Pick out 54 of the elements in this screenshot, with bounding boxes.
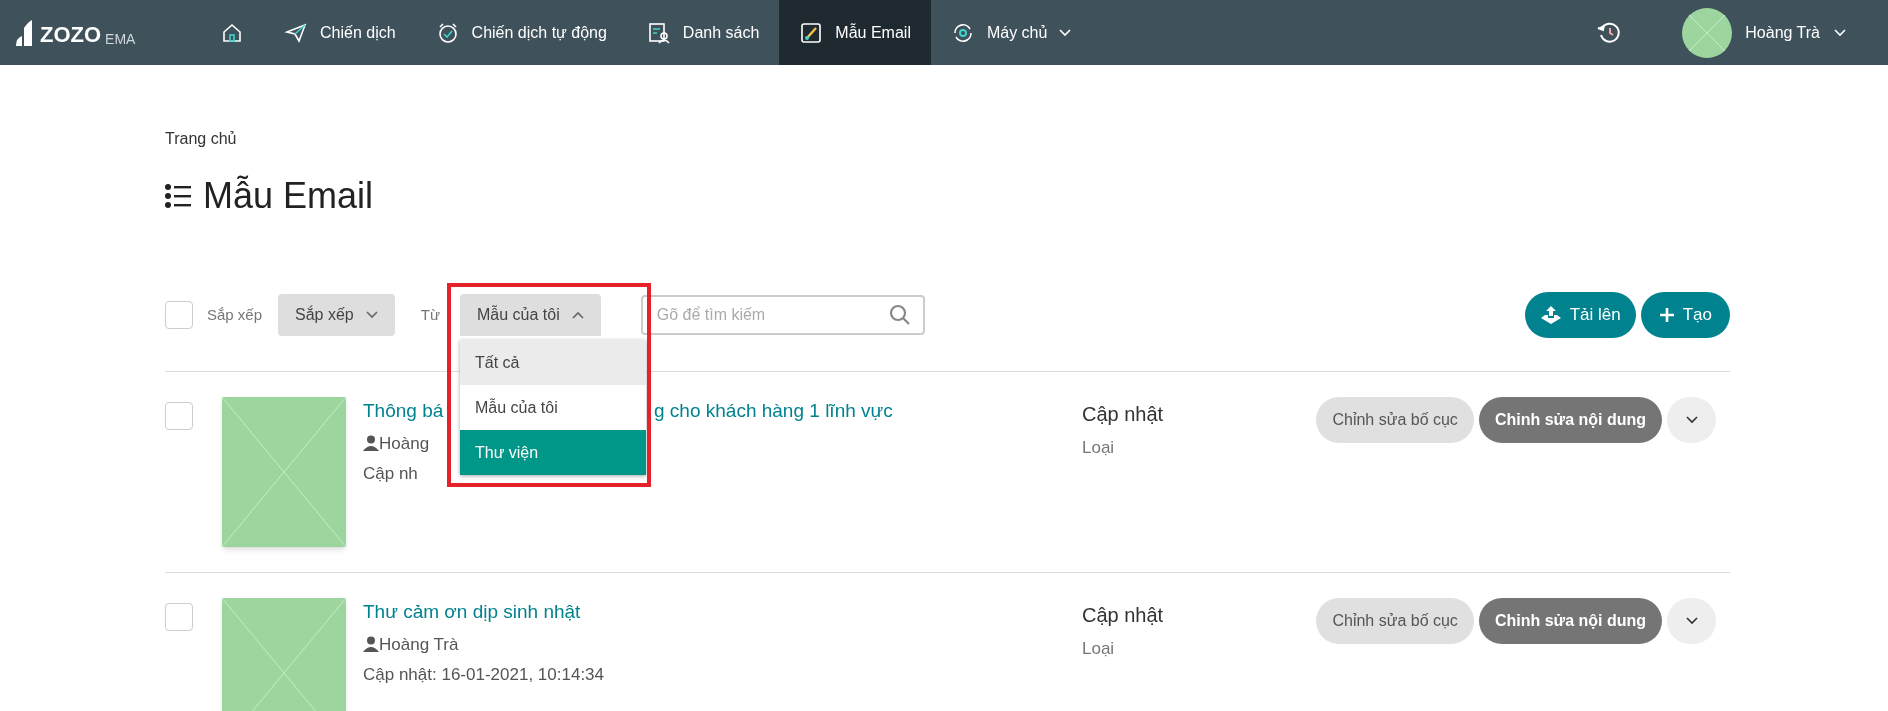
nav-tab[interactable]: Danh sách: [626, 0, 780, 65]
caret-icon: [571, 311, 584, 319]
row-checkbox[interactable]: [165, 603, 193, 631]
person-icon: [363, 435, 379, 452]
upload-button[interactable]: Tải lên: [1524, 292, 1636, 338]
template-title[interactable]: Thư cảm ơn dịp sinh nhật: [363, 598, 581, 627]
select-all-checkbox[interactable]: [165, 301, 193, 329]
caret-icon: [1834, 28, 1846, 37]
search-field[interactable]: Gõ để tìm kiếm: [640, 295, 925, 335]
search-icon[interactable]: [888, 304, 911, 326]
more-button[interactable]: [1667, 397, 1716, 443]
caret-icon: [1685, 617, 1698, 625]
edit-content-button[interactable]: Chỉnh sửa nội dung: [1478, 598, 1662, 644]
type-label: Loại: [1082, 638, 1115, 660]
sort-label: Sắp xếp: [207, 304, 263, 325]
status-label: Cập nhật: [1082, 603, 1164, 628]
nav-tab[interactable]: Mẫu Email: [779, 0, 931, 65]
status-label: Cập nhật: [1082, 402, 1164, 427]
upload-icon: [1539, 306, 1562, 324]
caret-icon: [365, 311, 378, 319]
updated-time: Cập nhật: 16-01-2021, 10:14:34: [363, 664, 605, 686]
source-dropdown[interactable]: Mẫu của tôi: [460, 294, 601, 336]
dropdown-option[interactable]: Mẫu của tôi: [460, 385, 646, 430]
list-icon: [165, 183, 191, 209]
nav-tab[interactable]: Chiến dịch tự động: [415, 0, 627, 65]
sort-dropdown[interactable]: Sắp xếp: [278, 294, 395, 336]
caret-icon: [1059, 28, 1072, 37]
more-button[interactable]: [1667, 598, 1716, 644]
dropdown-option[interactable]: Tất cả: [460, 340, 646, 385]
brush-icon: [799, 20, 824, 45]
page-title: Mẫu Email: [203, 174, 374, 218]
logo-suffix: EMA: [105, 31, 136, 46]
from-label: Từ: [420, 304, 440, 325]
row-checkbox[interactable]: [165, 402, 193, 430]
edit-layout-button[interactable]: Chỉnh sửa bố cục: [1316, 598, 1474, 644]
create-button[interactable]: Tạo: [1640, 292, 1730, 338]
type-label: Loại: [1082, 437, 1115, 459]
template-title[interactable]: g cho khách hàng 1 lĩnh vực: [654, 397, 893, 426]
edit-content-button[interactable]: Chỉnh sửa nội dung: [1478, 397, 1662, 443]
nav-tab[interactable]: Máy chủ: [930, 0, 1092, 65]
author-name: Hoàng: [379, 432, 430, 455]
edit-layout-button[interactable]: Chỉnh sửa bố cục: [1316, 397, 1474, 443]
breadcrumb[interactable]: Trang chủ: [165, 127, 237, 151]
plus-icon: [1658, 307, 1675, 323]
dropdown-option[interactable]: Thư viện: [460, 430, 646, 475]
user-name[interactable]: Hoàng Trà: [1745, 20, 1820, 45]
caret-icon: [1685, 416, 1698, 424]
contact-list-icon: [646, 20, 671, 45]
logo-text: ZOZO: [40, 23, 102, 46]
author-name: Hoàng Trà: [379, 633, 459, 656]
avatar[interactable]: [1682, 7, 1733, 58]
person-icon: [363, 636, 379, 653]
updated-time: Cập nh: [363, 463, 418, 485]
nav-tab[interactable]: Chiến dịch: [264, 0, 416, 65]
